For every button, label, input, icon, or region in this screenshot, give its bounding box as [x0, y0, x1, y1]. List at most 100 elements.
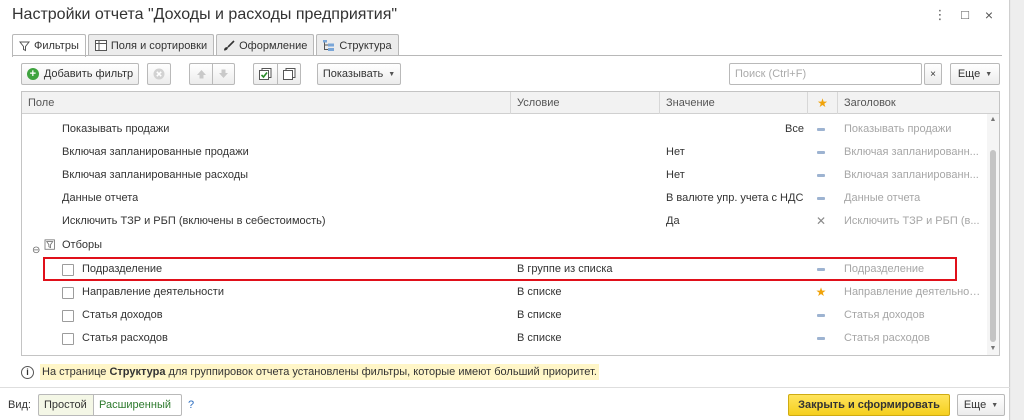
move-up-button[interactable] — [189, 63, 212, 85]
show-dropdown-button[interactable]: Показывать ▼ — [317, 63, 401, 85]
row-value[interactable]: Нет — [666, 164, 806, 187]
dash-icon[interactable] — [814, 304, 828, 327]
row-checkbox[interactable] — [62, 264, 74, 276]
row-title: Исключить ТЗР и РБП (в... — [844, 215, 980, 227]
clear-search-button[interactable]: × — [924, 63, 942, 85]
tab-structure[interactable]: Структура — [316, 34, 399, 56]
filters-table[interactable]: Поле Условие Значение ★ Заголовок Показы… — [21, 91, 1000, 356]
dash-icon[interactable] — [814, 141, 828, 164]
info-message: i На странице Структура для группировок … — [21, 362, 599, 382]
dash-icon[interactable] — [814, 164, 828, 187]
view-advanced-button[interactable]: Расширенный — [94, 394, 182, 416]
x-icon[interactable]: ✕ — [814, 210, 828, 233]
more-menu-icon[interactable]: ⋮ — [931, 6, 949, 24]
group-label: Отборы — [62, 239, 103, 251]
table-row[interactable]: Включая запланированные расходы Нет Вклю… — [22, 164, 987, 187]
dash-icon[interactable] — [814, 258, 828, 281]
help-icon[interactable]: ? — [188, 399, 194, 411]
star-icon[interactable]: ★ — [814, 281, 828, 304]
move-down-button[interactable] — [212, 63, 235, 85]
row-field: Статья доходов — [82, 309, 163, 321]
table-header: Поле Условие Значение ★ Заголовок — [22, 92, 999, 114]
row-field: Включая запланированные продажи — [62, 146, 249, 158]
scroll-up-icon[interactable]: ▲ — [987, 114, 999, 126]
search-input[interactable] — [729, 63, 922, 85]
tabs-divider — [12, 55, 1002, 56]
check-all-button[interactable] — [253, 63, 277, 85]
scroll-down-icon[interactable]: ▼ — [987, 343, 999, 355]
brush-icon — [224, 40, 235, 51]
table-row[interactable]: Подразделение В группе из списка Подразд… — [22, 258, 987, 281]
row-condition[interactable]: В списке — [517, 304, 562, 327]
more-label: Еще — [957, 68, 981, 80]
footer-divider — [0, 387, 1010, 388]
table-row[interactable]: Данные отчета В валюте упр. учета с НДС … — [22, 187, 987, 210]
scroll-thumb[interactable] — [990, 150, 996, 342]
table-icon — [94, 40, 107, 51]
tab-filters[interactable]: Фильтры — [12, 34, 86, 57]
delete-icon — [153, 68, 165, 80]
row-checkbox[interactable] — [62, 310, 74, 322]
group-row[interactable]: ⊖ Отборы — [22, 234, 987, 257]
row-value[interactable]: Все — [666, 118, 804, 141]
table-row[interactable]: Статья доходов В списке Статья доходов — [22, 304, 987, 327]
uncheck-all-icon — [282, 68, 295, 80]
row-field: Показывать продажи — [62, 123, 170, 135]
star-icon: ★ — [817, 96, 828, 110]
row-condition[interactable]: В списке — [517, 327, 562, 350]
more-button[interactable]: Еще ▼ — [950, 63, 1000, 85]
header-condition[interactable]: Условие — [510, 92, 659, 114]
settings-tabs: Фильтры Поля и сортировки Оформление Стр… — [12, 34, 401, 57]
header-flag[interactable]: ★ — [807, 92, 837, 114]
tab-label: Структура — [339, 39, 392, 52]
add-filter-label: Добавить фильтр — [43, 68, 134, 80]
more-label: Еще — [963, 399, 987, 411]
row-field: Данные отчета — [62, 192, 139, 204]
table-row[interactable]: Включая запланированные продажи Нет Вклю… — [22, 141, 987, 164]
delete-button[interactable] — [147, 63, 171, 85]
dash-icon[interactable] — [814, 327, 828, 350]
row-condition[interactable]: В группе из списка — [517, 258, 613, 281]
row-title: Статья расходов — [844, 332, 930, 344]
view-label: Вид: — [8, 399, 31, 411]
header-value[interactable]: Значение — [659, 92, 807, 114]
dash-icon[interactable] — [814, 187, 828, 210]
table-row[interactable]: Направление деятельности В списке ★ Напр… — [22, 281, 987, 304]
check-all-icon — [259, 68, 272, 80]
info-text: На странице Структура для группировок от… — [40, 364, 599, 380]
close-icon[interactable]: × — [980, 6, 998, 24]
tab-label: Фильтры — [34, 40, 79, 52]
chevron-down-icon: ▼ — [985, 70, 993, 78]
tab-appearance[interactable]: Оформление — [216, 34, 315, 56]
header-field[interactable]: Поле — [22, 92, 510, 114]
tab-label: Поля и сортировки — [110, 39, 208, 52]
tab-fields-sorting[interactable]: Поля и сортировки — [87, 34, 215, 56]
row-title: Направление деятельности — [844, 286, 984, 298]
add-filter-button[interactable]: + Добавить фильтр — [21, 63, 139, 85]
tree-icon — [323, 40, 335, 51]
row-field: Статья расходов — [82, 332, 168, 344]
vertical-scrollbar[interactable]: ▲ ▼ — [987, 114, 999, 355]
structure-link[interactable]: Структура — [109, 366, 165, 378]
table-row[interactable]: Статья расходов В списке Статья расходов — [22, 327, 987, 350]
row-value[interactable]: Нет — [666, 141, 806, 164]
header-title[interactable]: Заголовок — [837, 92, 987, 114]
row-value[interactable]: В валюте упр. учета с НДС — [666, 187, 806, 210]
row-condition[interactable]: В списке — [517, 281, 562, 304]
view-simple-button[interactable]: Простой — [38, 394, 94, 416]
filter-group-icon — [44, 239, 55, 250]
row-value[interactable]: Да — [666, 210, 806, 233]
maximize-icon[interactable]: □ — [956, 6, 974, 24]
table-row[interactable]: Исключить ТЗР и РБП (включены в себестои… — [22, 210, 987, 233]
uncheck-all-button[interactable] — [277, 63, 301, 85]
background-strip — [1011, 0, 1024, 420]
footer-more-button[interactable]: Еще ▼ — [957, 394, 1005, 416]
arrow-down-icon — [219, 69, 228, 78]
table-row[interactable]: Показывать продажи Все Показывать продаж… — [22, 118, 987, 141]
row-field: Подразделение — [82, 263, 163, 275]
close-and-generate-button[interactable]: Закрыть и сформировать — [788, 394, 950, 416]
arrow-up-icon — [196, 70, 206, 79]
row-checkbox[interactable] — [62, 333, 74, 345]
dash-icon[interactable] — [814, 118, 828, 141]
row-checkbox[interactable] — [62, 287, 74, 299]
